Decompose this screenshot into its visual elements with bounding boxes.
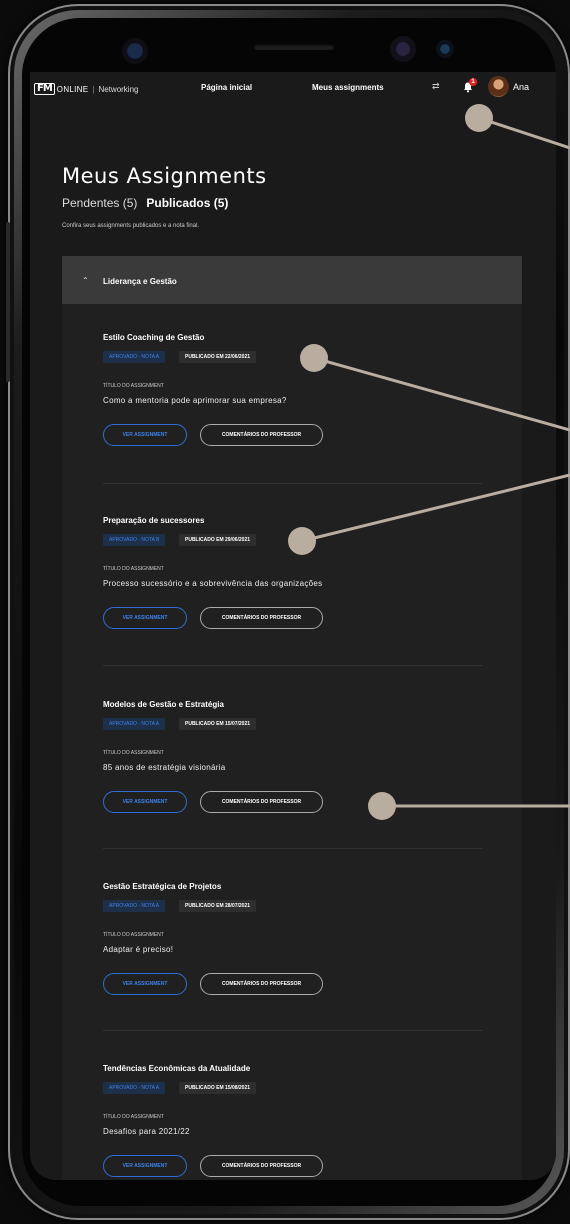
course-title: Tendências Econômicas da Atualidade xyxy=(103,1064,251,1073)
grade-badge: APROVADO - NOTA A xyxy=(103,1082,166,1094)
assignment-title: 85 anos de estratégia visionária xyxy=(103,763,226,772)
user-name[interactable]: Ana xyxy=(513,82,529,92)
professor-comments-button[interactable]: COMENTÁRIOS DO PROFESSOR xyxy=(200,607,323,629)
card-divider xyxy=(103,483,482,484)
app-screen: FM ONLINE | Networking Página inicial Me… xyxy=(30,72,556,1180)
published-date-badge: PUBLICADO EM 15/08/2021 xyxy=(179,1082,257,1094)
callout-marker xyxy=(368,792,396,820)
professor-comments-button[interactable]: COMENTÁRIOS DO PROFESSOR xyxy=(200,424,323,446)
section-title: Liderança e Gestão xyxy=(103,277,177,286)
callout-marker xyxy=(288,527,316,555)
logo-section-text: Networking xyxy=(98,84,139,94)
view-assignment-button[interactable]: VER ASSIGNMENT xyxy=(103,607,187,629)
swap-arrows-icon[interactable]: ⇄ xyxy=(432,81,440,92)
page-description: Confira seus assignments publicados e a … xyxy=(62,223,200,229)
course-title: Gestão Estratégica de Projetos xyxy=(103,882,222,891)
assignment-label: TÍTULO DO ASSIGNMENT xyxy=(103,932,164,938)
assignment-title: Como a mentoria pode aprimorar sua empre… xyxy=(103,396,287,405)
section-header-leadership[interactable]: ⌃ Liderança e Gestão xyxy=(62,256,522,304)
grade-badge: APROVADO - NOTA A xyxy=(103,718,166,730)
grade-badge: APROVADO - NOTA A xyxy=(103,351,166,363)
assignment-label: TÍTULO DO ASSIGNMENT xyxy=(103,383,164,389)
page-title: Meus Assignments xyxy=(62,164,267,188)
grade-badge: APROVADO - NOTA B xyxy=(103,534,166,546)
assignment-label: TÍTULO DO ASSIGNMENT xyxy=(103,566,164,572)
assignment-label: TÍTULO DO ASSIGNMENT xyxy=(103,1114,164,1120)
professor-comments-button[interactable]: COMENTÁRIOS DO PROFESSOR xyxy=(200,791,323,813)
status-tabs: Pendentes (5) Publicados (5) xyxy=(62,196,228,210)
nav-home-link[interactable]: Página inicial xyxy=(201,83,252,92)
card-divider xyxy=(103,1030,482,1031)
course-title: Preparação de sucessores xyxy=(103,516,205,525)
callout-marker xyxy=(300,344,328,372)
phone-front-camera xyxy=(122,38,148,64)
user-avatar[interactable] xyxy=(488,76,509,97)
card-divider xyxy=(103,665,482,666)
logo-mark: FM xyxy=(34,83,55,95)
view-assignment-button[interactable]: VER ASSIGNMENT xyxy=(103,424,187,446)
notification-badge: 1 xyxy=(469,78,477,86)
course-title: Modelos de Gestão e Estratégia xyxy=(103,700,224,709)
tab-pending[interactable]: Pendentes (5) xyxy=(62,196,137,210)
nav-assignments-link[interactable]: Meus assignments xyxy=(312,83,384,92)
professor-comments-button[interactable]: COMENTÁRIOS DO PROFESSOR xyxy=(200,973,323,995)
assignment-title: Adaptar é preciso! xyxy=(103,945,174,954)
tab-published[interactable]: Publicados (5) xyxy=(146,196,228,210)
assignment-title: Processo sucessório e a sobrevivência da… xyxy=(103,579,323,588)
published-date-badge: PUBLICADO EM 15/07/2021 xyxy=(179,718,257,730)
phone-speaker xyxy=(254,44,334,50)
professor-comments-button[interactable]: COMENTÁRIOS DO PROFESSOR xyxy=(200,1155,323,1177)
view-assignment-button[interactable]: VER ASSIGNMENT xyxy=(103,973,187,995)
course-title: Estilo Coaching de Gestão xyxy=(103,333,205,342)
phone-sensor-left xyxy=(390,36,416,62)
published-date-badge: PUBLICADO EM 22/06/2021 xyxy=(179,351,257,363)
assignment-label: TÍTULO DO ASSIGNMENT xyxy=(103,750,164,756)
callout-marker xyxy=(465,104,493,132)
phone-sensor-right xyxy=(436,40,454,58)
assignment-title: Desafios para 2021/22 xyxy=(103,1127,190,1136)
chevron-up-icon: ⌃ xyxy=(82,276,89,285)
view-assignment-button[interactable]: VER ASSIGNMENT xyxy=(103,1155,187,1177)
brand-logo[interactable]: FM ONLINE | Networking xyxy=(34,83,138,95)
phone-side-button xyxy=(6,222,10,382)
logo-separator: | xyxy=(92,84,95,94)
logo-online-text: ONLINE xyxy=(56,84,89,94)
published-date-badge: PUBLICADO EM 28/07/2021 xyxy=(179,900,257,912)
grade-badge: APROVADO - NOTA A xyxy=(103,900,166,912)
card-divider xyxy=(103,848,482,849)
top-nav: FM ONLINE | Networking Página inicial Me… xyxy=(30,72,556,104)
view-assignment-button[interactable]: VER ASSIGNMENT xyxy=(103,791,187,813)
published-date-badge: PUBLICADO EM 29/06/2021 xyxy=(179,534,257,546)
assignment-list: Estilo Coaching de Gestão APROVADO - NOT… xyxy=(62,304,522,1180)
